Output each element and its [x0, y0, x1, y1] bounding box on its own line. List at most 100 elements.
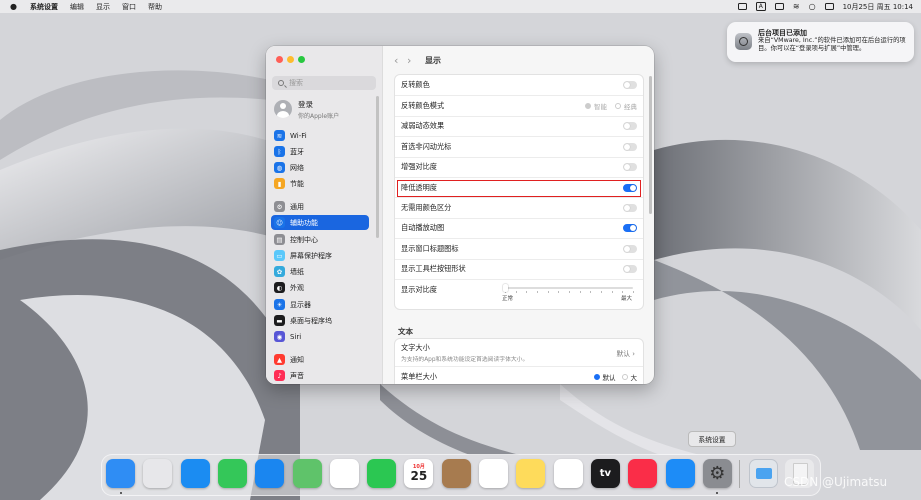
minimize-window-button[interactable] — [287, 56, 294, 63]
forward-chevron-icon[interactable]: › — [407, 54, 417, 67]
menu-window[interactable]: 窗口 — [122, 2, 136, 12]
menubar-size-large-radio[interactable]: 大 — [621, 372, 637, 382]
sidebar-item-label: 墙纸 — [290, 267, 304, 276]
speaker-icon: ♪ — [274, 370, 285, 381]
content-scrollbar[interactable] — [649, 76, 652, 214]
menu-edit[interactable]: 编辑 — [70, 2, 84, 12]
setting-row: 增强对比度 — [395, 156, 643, 177]
slider-max-label: 最大 — [621, 296, 633, 302]
apple-menu-icon[interactable]: ● — [10, 2, 20, 11]
mail-app[interactable] — [255, 459, 285, 488]
photos-app[interactable] — [329, 459, 359, 488]
network-icon: ◍ — [274, 162, 285, 173]
sidebar-item[interactable]: ▲ 通知 — [271, 352, 369, 367]
close-window-button[interactable] — [276, 56, 283, 63]
calendar-app[interactable]: 10月 25 — [404, 459, 434, 488]
sidebar-item[interactable]: ◉ Siri — [271, 329, 369, 344]
radio-empty-icon — [621, 373, 628, 380]
sidebar-item[interactable]: ᛒ 蓝牙 — [271, 144, 369, 159]
search-input[interactable]: 搜索 — [272, 76, 376, 90]
spotlight-icon[interactable]: ○ — [809, 2, 816, 11]
music-app[interactable] — [628, 459, 658, 488]
slider-tick — [537, 291, 538, 293]
finder-app[interactable] — [106, 459, 135, 488]
setting-row: 无需用颜色区分 — [395, 197, 643, 217]
freeform-app[interactable] — [553, 459, 583, 488]
search-placeholder: 搜索 — [289, 79, 303, 87]
contacts-app[interactable] — [441, 459, 471, 488]
wifi-status-icon[interactable]: ≋ — [793, 2, 800, 11]
contrast-slider-track[interactable] — [505, 287, 633, 289]
sidebar-item[interactable]: ☀ 显示器 — [271, 297, 369, 312]
menu-help[interactable]: 帮助 — [148, 2, 162, 12]
setting-toggle[interactable] — [623, 122, 637, 131]
clock[interactable]: 10月25日 周五 10:14 — [843, 2, 913, 12]
apple-account-item[interactable]: 登录 你的Apple账户 — [274, 97, 339, 121]
slider-tick — [611, 291, 613, 293]
sidebar-item[interactable]: ☺ 辅助功能 — [271, 215, 369, 230]
notes-app[interactable] — [516, 459, 546, 488]
setting-toggle[interactable] — [623, 142, 637, 151]
back-chevron-icon[interactable]: ‹ — [394, 54, 404, 67]
invert-mode-radio[interactable]: 智能 — [585, 101, 607, 111]
setting-label: 显示对比度 — [401, 285, 437, 294]
notification-banner[interactable]: 后台项目已添加 来自“VMware, Inc.”的软件已添加可在后台运行的项目。… — [727, 22, 914, 62]
slider-tick — [569, 291, 570, 293]
tv-app[interactable]: tv — [590, 459, 620, 488]
running-indicator — [119, 492, 122, 494]
battery-icon: ▮ — [274, 178, 285, 189]
setting-toggle[interactable] — [623, 81, 637, 90]
setting-toggle[interactable] — [623, 163, 637, 172]
contrast-slider-knob[interactable] — [503, 284, 508, 292]
mirror-display-icon[interactable] — [774, 3, 784, 10]
downloads-folder[interactable] — [749, 459, 778, 488]
zoom-window-button[interactable] — [298, 56, 305, 63]
login-items-icon — [735, 33, 752, 50]
sidebar-item[interactable]: ≋ Wi-Fi — [271, 128, 369, 143]
watermark: CSDN @Ujimatsu — [784, 475, 888, 489]
sidebar-item-label: 屏幕保护程序 — [290, 251, 332, 260]
account-name: 登录 — [298, 99, 313, 109]
slider-tick — [547, 291, 549, 293]
sidebar-item[interactable]: ◐ 外观 — [271, 280, 369, 295]
sidebar-item[interactable]: ▤ 控制中心 — [271, 232, 369, 247]
setting-toggle[interactable] — [623, 244, 637, 253]
control-center-menu-icon[interactable] — [824, 3, 834, 10]
app-store-app[interactable] — [665, 459, 695, 488]
menubar-size-default-radio[interactable]: 默认 — [593, 372, 616, 382]
screensaver-icon: ▭ — [274, 250, 285, 261]
setting-toggle[interactable] — [623, 224, 637, 233]
text-settings-card: 文字大小 为支持的App和系统功能设定首选阅读字体大小。 默认 › 菜单栏大小 … — [394, 338, 644, 384]
sidebar-item-label: 辅助功能 — [290, 218, 318, 227]
sidebar-item[interactable]: ◍ 网络 — [271, 160, 369, 175]
setting-toggle[interactable] — [623, 204, 637, 213]
sidebar: 搜索 登录 你的Apple账户 ≋ Wi-Fi ᛒ 蓝牙 ◍ 网络 ▮ 节能 ⚙ 通用 ☺ 辅助功能 ▤… — [266, 46, 383, 384]
launchpad-app[interactable] — [143, 459, 173, 488]
reminders-app[interactable] — [479, 459, 508, 488]
sidebar-item[interactable]: ⚙ 通用 — [271, 199, 369, 214]
menu-app-name[interactable]: 系统设置 — [30, 2, 58, 12]
safari-app[interactable] — [180, 459, 210, 488]
dock-separator — [739, 460, 740, 488]
sidebar-item-label: 通用 — [290, 202, 304, 211]
sidebar-item-label: 控制中心 — [290, 235, 318, 244]
sidebar-item[interactable]: ▭ 屏幕保护程序 — [271, 248, 369, 263]
sidebar-scrollbar[interactable] — [376, 96, 379, 238]
input-source-icon[interactable]: A — [755, 2, 766, 11]
invert-mode-radio[interactable]: 经典 — [615, 101, 637, 111]
display-settings-card: 反转颜色 反转颜色模式 智能 经典 减弱动态效果 首选非闪动光标 增强对比度 降低透明度 无需用… — [394, 74, 644, 310]
messages-app[interactable] — [217, 459, 247, 488]
sidebar-item[interactable]: ▬ 桌面与程序坞 — [271, 313, 369, 328]
sidebar-item[interactable]: ♪ 声音 — [271, 368, 369, 383]
screen-record-icon[interactable] — [737, 3, 747, 10]
setting-toggle[interactable] — [623, 265, 637, 274]
sidebar-item[interactable]: ▮ 节能 — [271, 176, 369, 191]
facetime-app[interactable] — [367, 459, 397, 488]
maps-app[interactable] — [292, 459, 322, 488]
text-size-label: 文字大小 — [401, 342, 430, 352]
sidebar-item[interactable]: ✿ 墙纸 — [271, 264, 369, 279]
menu-view[interactable]: 显示 — [96, 2, 110, 12]
radio-icon — [615, 103, 621, 110]
text-size-row[interactable]: 文字大小 为支持的App和系统功能设定首选阅读字体大小。 默认 › — [395, 339, 643, 366]
system-settings-app[interactable]: ⚙ — [702, 459, 732, 488]
